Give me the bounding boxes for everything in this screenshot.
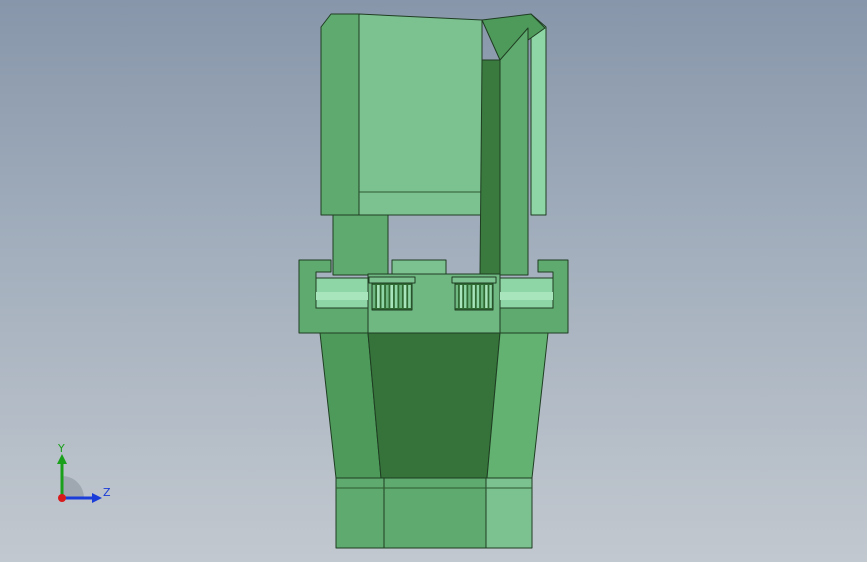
- gear-wheel-left[interactable]: [368, 276, 416, 311]
- head-left-bevel[interactable]: [320, 13, 360, 216]
- vertical-rib[interactable]: [499, 27, 529, 276]
- head-front-face[interactable]: [358, 13, 483, 216]
- gear-wheel-right[interactable]: [451, 276, 497, 311]
- head-right-bevel[interactable]: [530, 13, 547, 216]
- reference-triad: Y Z: [48, 440, 118, 510]
- triad-y-label: Y: [58, 442, 65, 455]
- cad-part-model[interactable]: [0, 0, 867, 562]
- neck-left[interactable]: [332, 214, 389, 276]
- graphics-viewport[interactable]: Y Z: [0, 0, 867, 562]
- vertical-rib-shadow[interactable]: [479, 59, 501, 276]
- triad-z-label: Z: [103, 486, 111, 499]
- collar-center-tab[interactable]: [391, 259, 447, 275]
- body-front-face[interactable]: [367, 332, 501, 479]
